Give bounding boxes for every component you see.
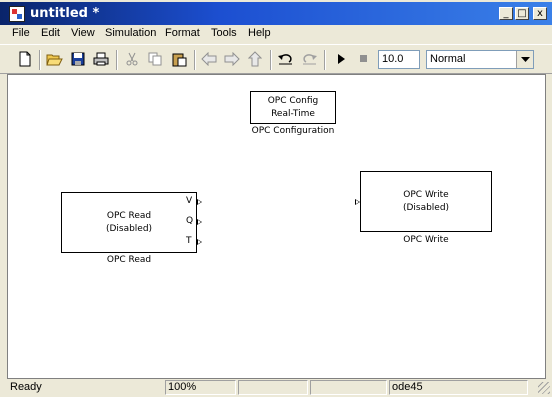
simulink-model-window: untitled * _ □ x File Edit View Simulati… (0, 0, 552, 404)
status-bar: Ready 100% ode45 (0, 379, 552, 397)
paste-icon[interactable] (170, 51, 188, 67)
menu-help[interactable]: Help (248, 27, 271, 39)
menu-format[interactable]: Format (165, 27, 200, 39)
port-v-label: V (186, 196, 193, 206)
status-panel-3 (238, 380, 308, 395)
menu-edit[interactable]: Edit (41, 27, 60, 39)
menu-bar: File Edit View Simulation Format Tools H… (0, 25, 552, 43)
open-icon[interactable] (45, 51, 63, 67)
opc-read-block[interactable]: OPC Read (Disabled) (61, 192, 197, 253)
opc-write-block[interactable]: OPC Write (Disabled) (360, 171, 492, 232)
status-panel-4 (310, 380, 387, 395)
minimize-button[interactable]: _ (499, 7, 513, 20)
opc-config-block[interactable]: OPC Config Real-Time (250, 91, 336, 124)
input-port[interactable] (355, 199, 360, 205)
opc-read-line2: (Disabled) (105, 223, 153, 234)
port-q-label: Q (186, 216, 194, 226)
window-title: untitled * (30, 6, 100, 21)
solver-name: ode45 (389, 380, 528, 395)
back-icon[interactable] (200, 51, 218, 67)
copy-icon[interactable] (146, 51, 164, 67)
toolbar: 10.0 Normal (0, 44, 552, 74)
background-area (0, 397, 552, 410)
forward-icon[interactable] (223, 51, 241, 67)
simulation-mode-value: Normal (430, 53, 466, 65)
opc-write-line1: OPC Write (403, 189, 449, 200)
close-button[interactable]: x (533, 7, 547, 20)
title-bar[interactable]: untitled * _ □ x (0, 2, 552, 25)
redo-icon[interactable] (300, 51, 318, 67)
new-icon[interactable] (16, 51, 34, 67)
resize-grip-icon[interactable] (538, 382, 550, 394)
opc-config-label[interactable]: OPC Configuration (245, 126, 341, 136)
zoom-level: 100% (165, 380, 236, 395)
print-icon[interactable] (92, 51, 110, 67)
port-t-label: T (186, 236, 192, 246)
menu-simulation[interactable]: Simulation (105, 27, 156, 39)
opc-write-line2: (Disabled) (402, 202, 450, 213)
simulink-app-icon[interactable] (9, 6, 25, 22)
stop-simulation-icon[interactable] (355, 51, 373, 67)
save-icon[interactable] (69, 51, 87, 67)
output-port-v[interactable] (197, 199, 202, 205)
menu-file[interactable]: File (12, 27, 30, 39)
output-port-t[interactable] (197, 239, 202, 245)
opc-read-line1: OPC Read (106, 210, 152, 221)
opc-config-line2: Real-Time (271, 108, 315, 119)
opc-write-label[interactable]: OPC Write (376, 235, 476, 245)
chevron-down-icon[interactable] (516, 51, 533, 68)
model-canvas[interactable]: OPC Config Real-Time OPC Configuration O… (7, 74, 546, 379)
output-port-q[interactable] (197, 219, 202, 225)
opc-config-line1: OPC Config (267, 95, 319, 106)
stop-time-field[interactable]: 10.0 (378, 50, 420, 69)
start-simulation-icon[interactable] (332, 51, 350, 67)
cut-icon[interactable] (123, 51, 141, 67)
up-icon[interactable] (246, 51, 264, 67)
status-text: Ready (10, 381, 42, 393)
simulation-mode-select[interactable]: Normal (426, 50, 534, 69)
menu-tools[interactable]: Tools (211, 27, 237, 39)
opc-read-label[interactable]: OPC Read (79, 255, 179, 265)
maximize-button[interactable]: □ (515, 7, 529, 20)
menu-view[interactable]: View (71, 27, 95, 39)
undo-icon[interactable] (276, 51, 294, 67)
